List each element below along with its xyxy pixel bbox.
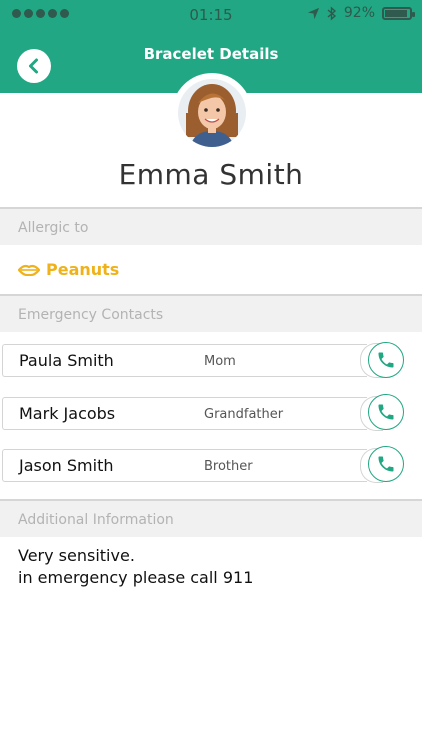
- contact-name: Mark Jacobs: [19, 404, 116, 423]
- contacts-section-header: Emergency Contacts: [0, 294, 422, 332]
- battery-icon: [382, 6, 415, 20]
- call-button[interactable]: [368, 342, 404, 378]
- contacts-section-label: Emergency Contacts: [18, 307, 164, 323]
- additional-section-header: Additional Information: [0, 499, 422, 537]
- lips-icon: [18, 264, 40, 276]
- allergy-label: Peanuts: [46, 260, 120, 279]
- allergy-section-header: Allergic to: [0, 207, 422, 245]
- phone-icon: [378, 456, 394, 472]
- avatar: [178, 79, 246, 147]
- contact-name: Paula Smith: [19, 351, 114, 370]
- additional-info-line: Very sensitive.: [18, 546, 135, 565]
- additional-info-text: Very sensitive. in emergency please call…: [18, 545, 253, 589]
- phone-icon: [378, 404, 394, 420]
- allergy-item: Peanuts: [18, 260, 119, 279]
- status-bar: 01:15 92%: [0, 0, 422, 30]
- contact-relation: Grandfather: [204, 407, 284, 422]
- child-name: Emma Smith: [118, 158, 304, 191]
- additional-info-line: in emergency please call 911: [18, 568, 254, 587]
- battery-percent: 92%: [343, 5, 375, 21]
- contact-name: Jason Smith: [19, 456, 114, 475]
- phone-icon: [378, 352, 394, 368]
- contact-row[interactable]: Mark Jacobs Grandfather: [2, 397, 367, 430]
- allergy-section-label: Allergic to: [18, 220, 89, 236]
- bluetooth-icon: [327, 5, 336, 21]
- contact-row[interactable]: Jason Smith Brother: [2, 449, 367, 482]
- contact-relation: Brother: [204, 459, 253, 474]
- page-title: Bracelet Details: [143, 45, 279, 63]
- contact-row[interactable]: Paula Smith Mom: [2, 344, 367, 377]
- call-button[interactable]: [368, 446, 404, 482]
- call-button[interactable]: [368, 394, 404, 430]
- additional-section-label: Additional Information: [18, 512, 174, 528]
- contact-relation: Mom: [204, 354, 236, 369]
- location-icon: [307, 7, 319, 19]
- avatar-ring: [172, 73, 252, 153]
